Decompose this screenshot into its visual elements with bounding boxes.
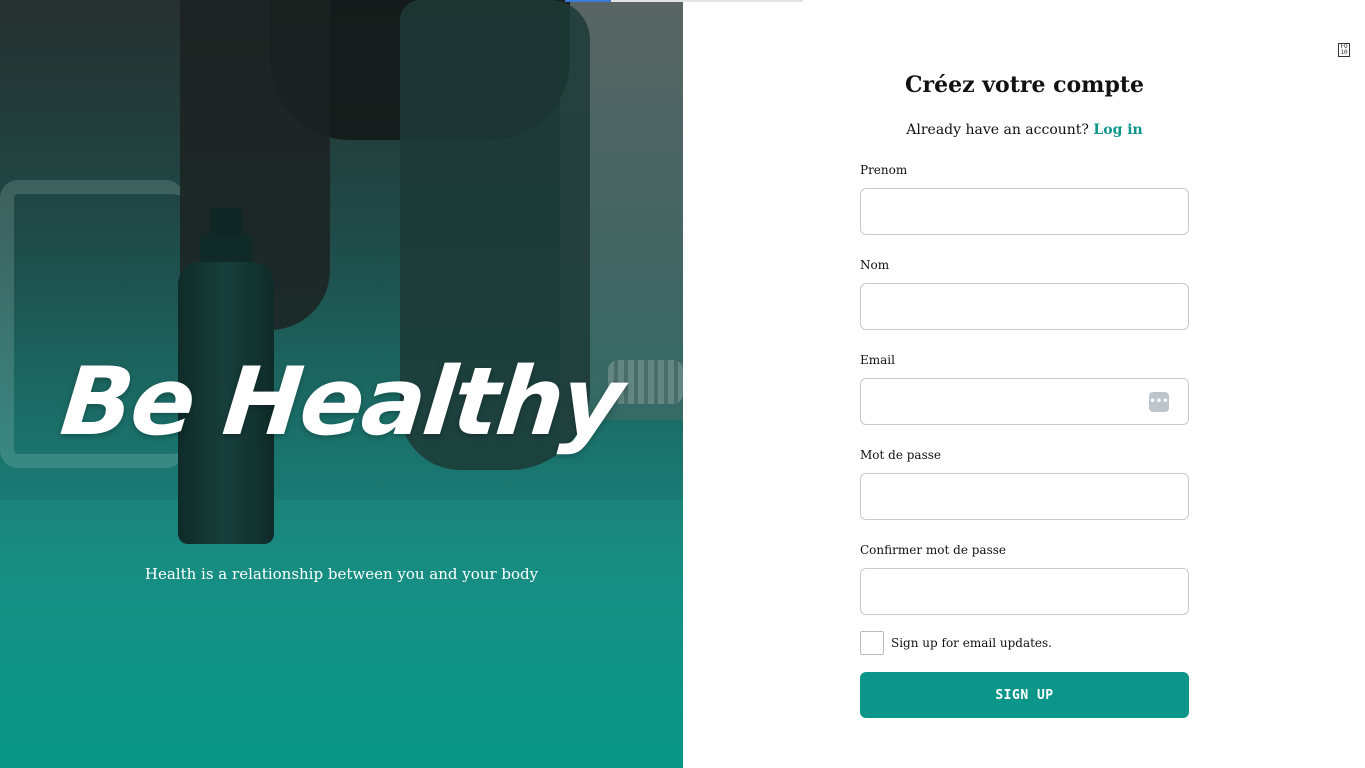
confirm-password-input[interactable]	[861, 569, 1188, 614]
hero-subtitle: Health is a relationship between you and…	[144, 565, 539, 583]
nom-input-box	[860, 283, 1189, 330]
signup-button[interactable]: SIGN UP	[860, 672, 1189, 718]
field-email: Email •••	[860, 353, 1189, 425]
hero-bottle-cap	[210, 208, 242, 236]
field-password: Mot de passe	[860, 448, 1189, 520]
password-input[interactable]	[861, 474, 1188, 519]
hero-background-floor	[0, 500, 683, 768]
login-prompt-line: Already have an account? Log in	[860, 122, 1189, 138]
signup-form: Créez votre compte Already have an accou…	[860, 72, 1189, 718]
email-input[interactable]	[861, 379, 1188, 424]
nom-input[interactable]	[861, 284, 1188, 329]
confirm-password-input-box	[860, 568, 1189, 615]
hero-panel: Be Healthy Health is a relationship betw…	[0, 0, 683, 768]
prenom-input-box	[860, 188, 1189, 235]
field-label: Email	[860, 353, 895, 367]
form-title: Créez votre compte	[904, 72, 1144, 98]
email-input-box: •••	[860, 378, 1189, 425]
field-label: Mot de passe	[860, 448, 941, 462]
loading-progress-strip	[565, 0, 803, 2]
field-nom: Nom	[860, 258, 1189, 330]
field-prenom: Prenom	[860, 163, 1189, 235]
email-updates-checkbox[interactable]	[860, 631, 884, 655]
prenom-input[interactable]	[861, 189, 1188, 234]
password-input-box	[860, 473, 1189, 520]
loading-progress-fill	[565, 0, 611, 2]
field-label: Prenom	[860, 163, 908, 177]
login-link[interactable]: Log in	[1093, 122, 1142, 138]
field-label: Confirmer mot de passe	[860, 543, 1006, 557]
email-updates-row: Sign up for email updates.	[860, 631, 1189, 655]
translate-icon[interactable]: FO 10	[1338, 43, 1350, 57]
field-label: Nom	[860, 258, 890, 272]
email-updates-label: Sign up for email updates.	[891, 636, 1052, 650]
password-manager-icon[interactable]: •••	[1149, 392, 1169, 412]
hero-title: Be Healthy	[56, 348, 627, 457]
field-confirm-password: Confirmer mot de passe	[860, 543, 1189, 615]
login-prompt-text: Already have an account?	[906, 122, 1089, 138]
hero-bottle-neck	[200, 234, 252, 264]
